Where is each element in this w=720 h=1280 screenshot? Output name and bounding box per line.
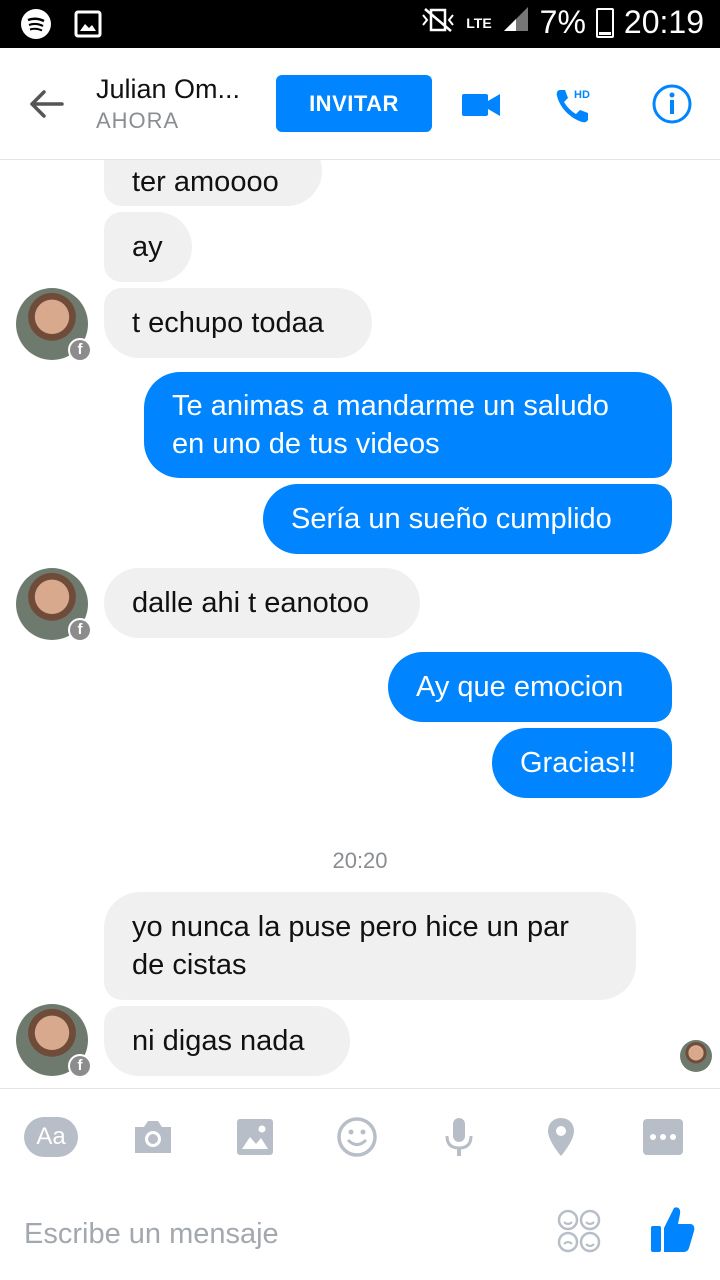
text-format-button[interactable]: Aa [22, 1113, 80, 1161]
message-bubble-outgoing[interactable]: Gracias!! [492, 728, 672, 798]
facebook-badge-icon [68, 618, 92, 642]
message-bubble-incoming[interactable]: ni digas nada [104, 1006, 350, 1076]
message-input[interactable] [24, 1212, 524, 1256]
battery-percent: 7% [539, 4, 586, 40]
location-icon[interactable] [533, 1113, 589, 1161]
like-thumb-icon[interactable] [648, 1204, 696, 1254]
seen-avatar [680, 1040, 712, 1072]
mute-vibrate-icon [420, 4, 456, 41]
message-bubble-outgoing[interactable]: Te animas a mandarme un saludo en uno de… [144, 372, 672, 478]
contact-status: AHORA [96, 108, 180, 133]
back-arrow-icon[interactable] [26, 84, 66, 124]
network-type: LTE [466, 14, 492, 31]
video-call-icon[interactable] [460, 82, 504, 126]
signal-icon [502, 4, 530, 41]
message-bubble-incoming[interactable]: ter amoooo [104, 160, 322, 206]
gallery-icon[interactable] [227, 1113, 283, 1161]
status-bar: LTE 7% 20:19 [0, 0, 720, 48]
battery-icon [595, 7, 614, 38]
emoji-icon[interactable] [329, 1113, 385, 1161]
facebook-badge-icon [68, 1054, 92, 1078]
message-timestamp: 20:20 [332, 848, 388, 873]
contact-name[interactable]: Julian Om... [96, 74, 240, 105]
spotify-icon [20, 8, 52, 45]
camera-icon[interactable] [125, 1113, 181, 1161]
more-options-icon[interactable] [635, 1113, 691, 1161]
message-bubble-incoming[interactable]: ay [104, 212, 192, 282]
message-bubble-outgoing[interactable]: Ay que emocion [388, 652, 672, 722]
contact-avatar[interactable] [16, 1004, 92, 1078]
microphone-icon[interactable] [431, 1113, 487, 1161]
aa-label: Aa [24, 1117, 78, 1157]
message-composer [0, 1184, 720, 1280]
message-bubble-outgoing[interactable]: Sería un sueño cumplido [263, 484, 672, 554]
info-icon[interactable] [650, 82, 694, 126]
message-bubble-incoming[interactable]: yo nunca la puse pero hice un par de cis… [104, 892, 636, 1000]
contact-avatar[interactable] [16, 568, 92, 642]
composer-toolbar: Aa [0, 1088, 720, 1184]
message-list: ter amoooo ay t echupo todaa Te animas a… [0, 160, 720, 1088]
clock: 20:19 [623, 4, 704, 40]
invite-button[interactable]: INVITAR [276, 75, 432, 132]
facebook-badge-icon [68, 338, 92, 362]
hd-label: HD [574, 89, 590, 101]
hd-call-icon[interactable]: HD [554, 82, 604, 126]
stickers-icon[interactable] [556, 1208, 602, 1254]
message-bubble-incoming[interactable]: dalle ahi t eanotoo [104, 568, 420, 638]
contact-avatar[interactable] [16, 288, 92, 362]
conversation-header: Julian Om... AHORA INVITAR HD [0, 48, 720, 160]
message-bubble-incoming[interactable]: t echupo todaa [104, 288, 372, 358]
gallery-icon [74, 10, 102, 43]
